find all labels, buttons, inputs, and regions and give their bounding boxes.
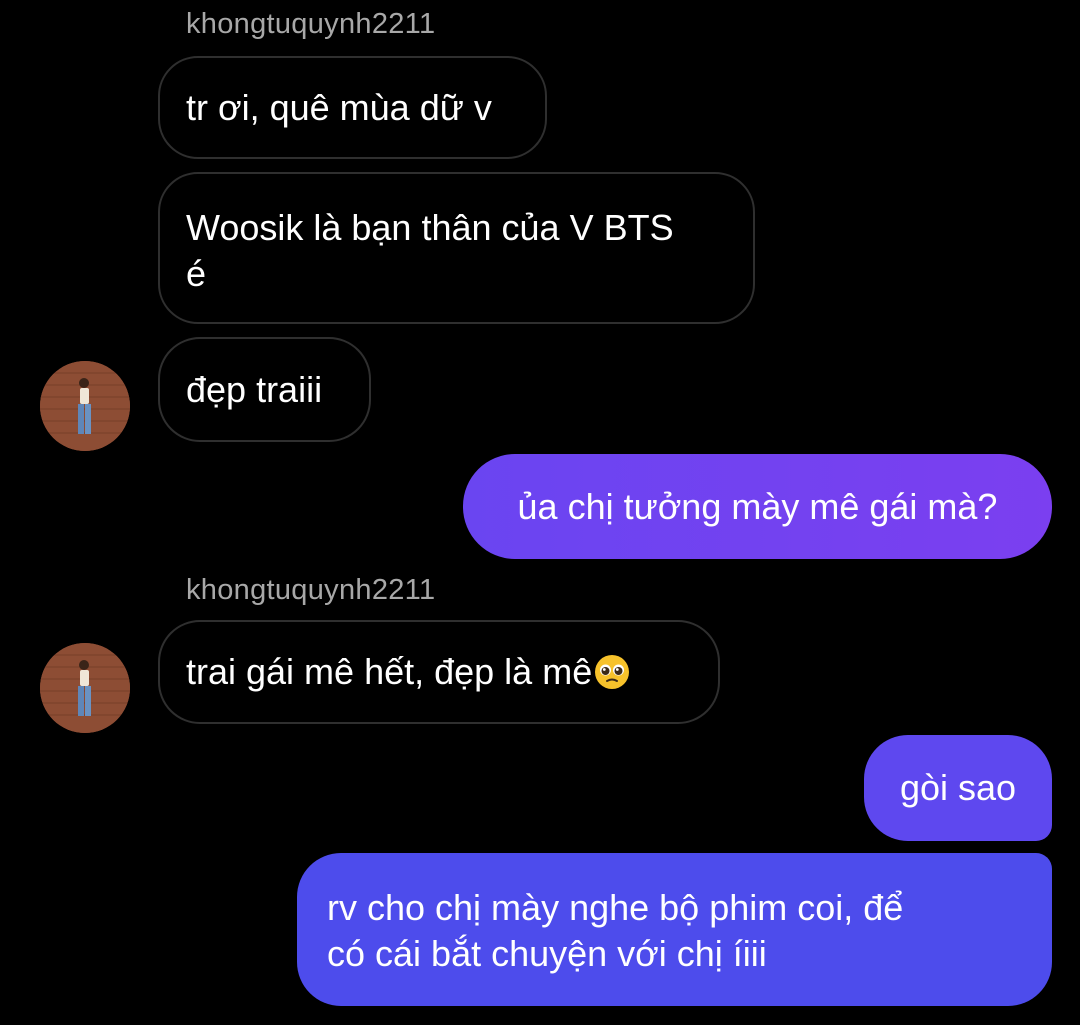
sender-avatar[interactable]: [40, 643, 130, 733]
profile-photo-avatar: [40, 643, 130, 733]
incoming-message-bubble[interactable]: đẹp traiii: [158, 337, 371, 442]
message-text-line: é: [186, 253, 207, 294]
outgoing-message-bubble[interactable]: ủa chị tưởng mày mê gái mà?: [463, 454, 1052, 559]
sender-username-label: khongtuquynh2211: [186, 8, 436, 40]
message-text: đẹp traiii: [186, 368, 323, 410]
sender-avatar[interactable]: [40, 361, 130, 451]
outgoing-message-bubble[interactable]: rv cho chị mày nghe bộ phim coi, để có c…: [297, 853, 1052, 1006]
message-text-line: rv cho chị mày nghe bộ phim coi, để: [327, 887, 904, 928]
message-text: ủa chị tưởng mày mê gái mà?: [517, 485, 998, 527]
incoming-message-bubble[interactable]: Woosik là bạn thân của V BTS é: [158, 172, 755, 324]
profile-photo-avatar: [40, 361, 130, 451]
message-text: gòi sao: [899, 767, 1017, 808]
message-text: trai gái mê hết, đẹp là mê: [186, 651, 593, 692]
sender-username-label: khongtuquynh2211: [186, 574, 436, 606]
message-text-line: có cái bắt chuyện với chị íiii: [327, 933, 767, 974]
incoming-message-bubble[interactable]: trai gái mê hết, đẹp là mê: [158, 620, 720, 724]
outgoing-message-bubble[interactable]: gòi sao: [864, 735, 1052, 841]
message-text-line: Woosik là bạn thân của V BTS: [186, 207, 674, 248]
message-text: tr ơi, quê mùa dữ v: [186, 86, 492, 128]
incoming-message-bubble[interactable]: tr ơi, quê mùa dữ v: [158, 56, 547, 159]
pleading-face-emoji: [595, 655, 630, 689]
